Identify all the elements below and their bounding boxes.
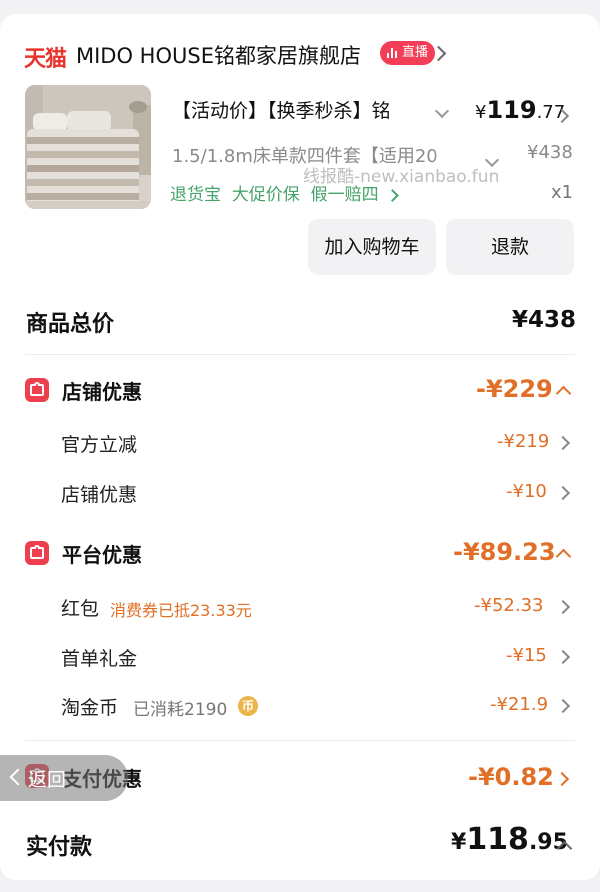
platform-discount-collapse-icon[interactable]: [555, 548, 572, 565]
payment-discount-chevron-icon[interactable]: [554, 771, 570, 787]
back-button[interactable]: 返回: [0, 755, 128, 801]
product-price: ¥119.77: [475, 96, 565, 124]
back-arrow-icon: [9, 768, 27, 786]
title-fade: [396, 94, 436, 122]
store-coupon-amount[interactable]: -¥10: [506, 481, 547, 502]
product-thumbnail[interactable]: [25, 85, 151, 209]
live-badge[interactable]: 直播: [380, 41, 436, 65]
red-packet-amount[interactable]: -¥52.33: [474, 595, 543, 616]
taojinbi-note: 已消耗2190: [133, 700, 228, 720]
service-tags[interactable]: 退货宝 大促价保 假一赔四: [170, 180, 399, 205]
official-reduction-amount[interactable]: -¥219: [497, 431, 549, 452]
first-order-gift-amount[interactable]: -¥15: [506, 645, 547, 666]
paid-yen: ¥: [451, 830, 467, 855]
title-expand-chevron-icon[interactable]: [434, 103, 450, 119]
price-int: 119: [486, 96, 537, 124]
price-yen: ¥: [475, 102, 487, 123]
store-coupon-chevron-icon[interactable]: [555, 485, 571, 501]
goods-total-label: 商品总价: [26, 312, 115, 337]
order-detail-card: 天猫 MIDO HOUSE铭都家居旗舰店 直播 【活动价】【换季秒杀】铭 ¥11…: [0, 14, 600, 880]
paid-amount: ¥118.95: [451, 822, 568, 857]
platform-discount-title: 平台优惠: [62, 543, 142, 567]
store-discount-title: 店铺优惠: [62, 380, 142, 404]
platform-coupon-icon: [25, 541, 49, 565]
red-packet-chevron-icon[interactable]: [555, 599, 571, 615]
red-packet-note: 消费券已抵23.33元: [110, 601, 252, 620]
taojinbi-coin-icon: 币: [238, 696, 258, 716]
store-discount-amount[interactable]: -¥229: [476, 375, 553, 403]
live-bars-icon: [387, 48, 398, 58]
product-title[interactable]: 【活动价】【换季秒杀】铭: [172, 96, 434, 123]
add-to-cart-button[interactable]: 加入购物车: [308, 219, 436, 275]
divider: [25, 740, 575, 741]
taojinbi-chevron-icon[interactable]: [555, 698, 571, 714]
store-coupon-label: 店铺优惠: [61, 484, 138, 506]
paid-label: 实付款: [26, 835, 93, 860]
shop-coupon-icon: [25, 378, 49, 402]
back-button-label: 返回: [28, 769, 67, 791]
official-reduction-chevron-icon[interactable]: [555, 435, 571, 451]
tmall-logo: 天猫: [24, 47, 67, 72]
store-discount-collapse-icon[interactable]: [555, 385, 572, 402]
store-name[interactable]: MIDO HOUSE铭都家居旗舰店: [76, 40, 361, 70]
payment-discount-amount[interactable]: -¥0.82: [468, 763, 554, 791]
taojinbi-label: 淘金币: [61, 697, 119, 719]
product-quantity: x1: [551, 182, 574, 203]
service-tags-text: 退货宝 大促价保 假一赔四: [170, 185, 379, 205]
tags-chevron-right-icon: [386, 189, 399, 202]
live-badge-label: 直播: [402, 45, 429, 60]
first-order-gift-label: 首单礼金: [61, 648, 138, 670]
divider: [25, 354, 575, 355]
first-order-gift-chevron-icon[interactable]: [555, 649, 571, 665]
official-reduction-label: 官方立减: [61, 434, 138, 456]
original-price: ¥438: [527, 142, 573, 163]
paid-int: 118: [466, 822, 529, 857]
goods-total-value: ¥438: [512, 307, 577, 333]
red-packet-label: 红包: [61, 598, 100, 620]
taojinbi-amount[interactable]: -¥21.9: [490, 694, 548, 715]
platform-discount-amount[interactable]: -¥89.23: [453, 538, 556, 566]
refund-button[interactable]: 退款: [446, 219, 574, 275]
